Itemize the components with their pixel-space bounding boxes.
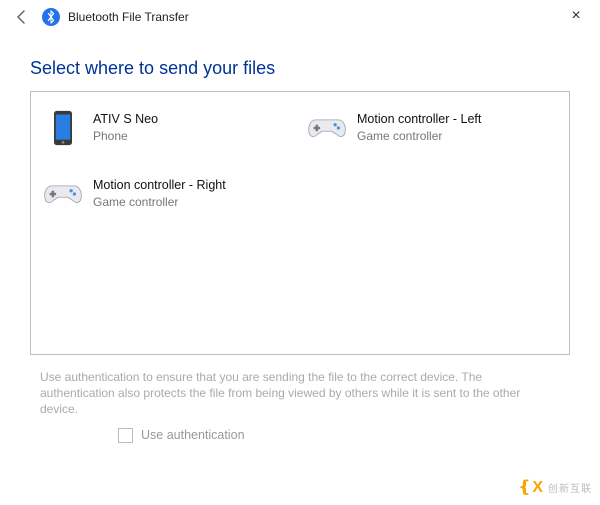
- device-type-label: Game controller: [93, 195, 226, 210]
- use-authentication-label: Use authentication: [141, 428, 245, 442]
- watermark-text: 创新互联: [548, 480, 592, 495]
- device-list-box: ATIV S Neo Phone Motion controller - Lef…: [30, 91, 570, 355]
- gamepad-icon: [307, 108, 347, 148]
- authentication-help-text: Use authentication to ensure that you ar…: [40, 369, 560, 418]
- window-title: Bluetooth File Transfer: [68, 10, 189, 24]
- phone-icon: [43, 108, 83, 148]
- watermark-logo-icon: ❴X: [518, 477, 544, 497]
- device-item-motion-right[interactable]: Motion controller - Right Game controlle…: [41, 172, 295, 216]
- gamepad-icon: [43, 174, 83, 214]
- close-button[interactable]: ×: [566, 6, 586, 26]
- device-item-ativ-s-neo[interactable]: ATIV S Neo Phone: [41, 106, 295, 150]
- device-type-label: Phone: [93, 129, 158, 144]
- device-type-label: Game controller: [357, 129, 481, 144]
- watermark: ❴X 创新互联: [518, 477, 592, 497]
- use-authentication-checkbox[interactable]: [118, 428, 133, 443]
- bluetooth-icon: [42, 8, 60, 26]
- page-heading: Select where to send your files: [30, 58, 570, 79]
- device-item-motion-left[interactable]: Motion controller - Left Game controller: [305, 106, 559, 150]
- device-name-label: Motion controller - Left: [357, 112, 481, 128]
- device-name-label: Motion controller - Right: [93, 178, 226, 194]
- device-name-label: ATIV S Neo: [93, 112, 158, 128]
- back-button[interactable]: [8, 3, 36, 31]
